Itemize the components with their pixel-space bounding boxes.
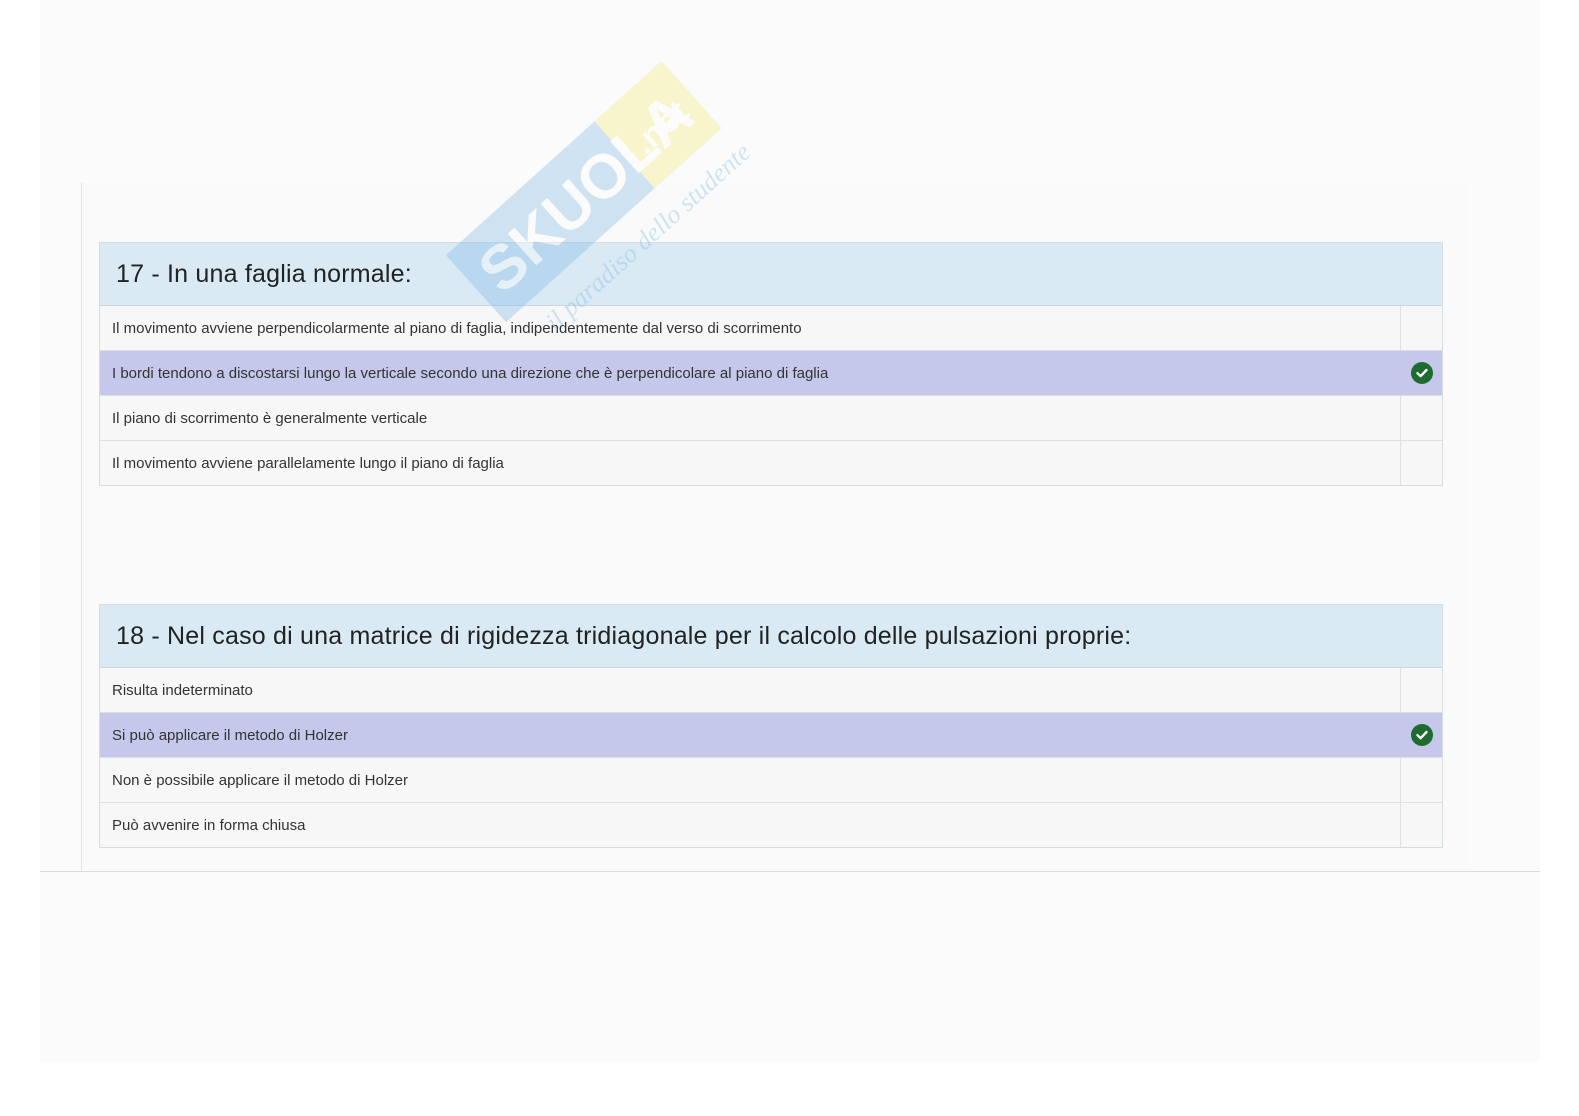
answer-mark-cell: [1400, 441, 1442, 485]
answer-text: Il movimento avviene parallelamente lung…: [112, 454, 504, 472]
answer-option[interactable]: Il piano di scorrimento è generalmente v…: [100, 396, 1442, 441]
answer-text: Può avvenire in forma chiusa: [112, 816, 306, 834]
question-title: 18 - Nel caso di una matrice di rigidezz…: [100, 605, 1442, 668]
question-card-18: 18 - Nel caso di una matrice di rigidezz…: [99, 604, 1443, 848]
answer-text: Risulta indeterminato: [112, 681, 253, 699]
answer-option[interactable]: Il movimento avviene parallelamente lung…: [100, 441, 1442, 485]
answer-option-correct[interactable]: Si può applicare il metodo di Holzer: [100, 713, 1442, 758]
answer-option-correct[interactable]: I bordi tendono a discostarsi lungo la v…: [100, 351, 1442, 396]
answer-text: Il piano di scorrimento è generalmente v…: [112, 409, 428, 427]
divider: [40, 871, 1540, 872]
answer-text: Non è possibile applicare il metodo di H…: [112, 771, 408, 789]
answer-option[interactable]: Non è possibile applicare il metodo di H…: [100, 758, 1442, 803]
answer-option[interactable]: Il movimento avviene perpendicolarmente …: [100, 306, 1442, 351]
answer-mark-cell: [1400, 351, 1442, 395]
answer-option[interactable]: Può avvenire in forma chiusa: [100, 803, 1442, 847]
answer-mark-cell: [1400, 713, 1442, 757]
answer-text: Il movimento avviene perpendicolarmente …: [112, 319, 802, 337]
question-card-17: 17 - In una faglia normale: Il movimento…: [99, 242, 1443, 486]
answer-mark-cell: [1400, 396, 1442, 440]
answer-text: Si può applicare il metodo di Holzer: [112, 726, 348, 744]
answer-mark-cell: [1400, 306, 1442, 350]
check-circle-icon: [1410, 724, 1433, 746]
answer-mark-cell: [1400, 668, 1442, 712]
answer-option[interactable]: Risulta indeterminato: [100, 668, 1442, 713]
answer-mark-cell: [1400, 758, 1442, 802]
check-circle-icon: [1410, 362, 1433, 384]
answer-text: I bordi tendono a discostarsi lungo la v…: [112, 364, 829, 382]
answer-mark-cell: [1400, 803, 1442, 847]
question-title: 17 - In una faglia normale:: [100, 243, 1442, 306]
